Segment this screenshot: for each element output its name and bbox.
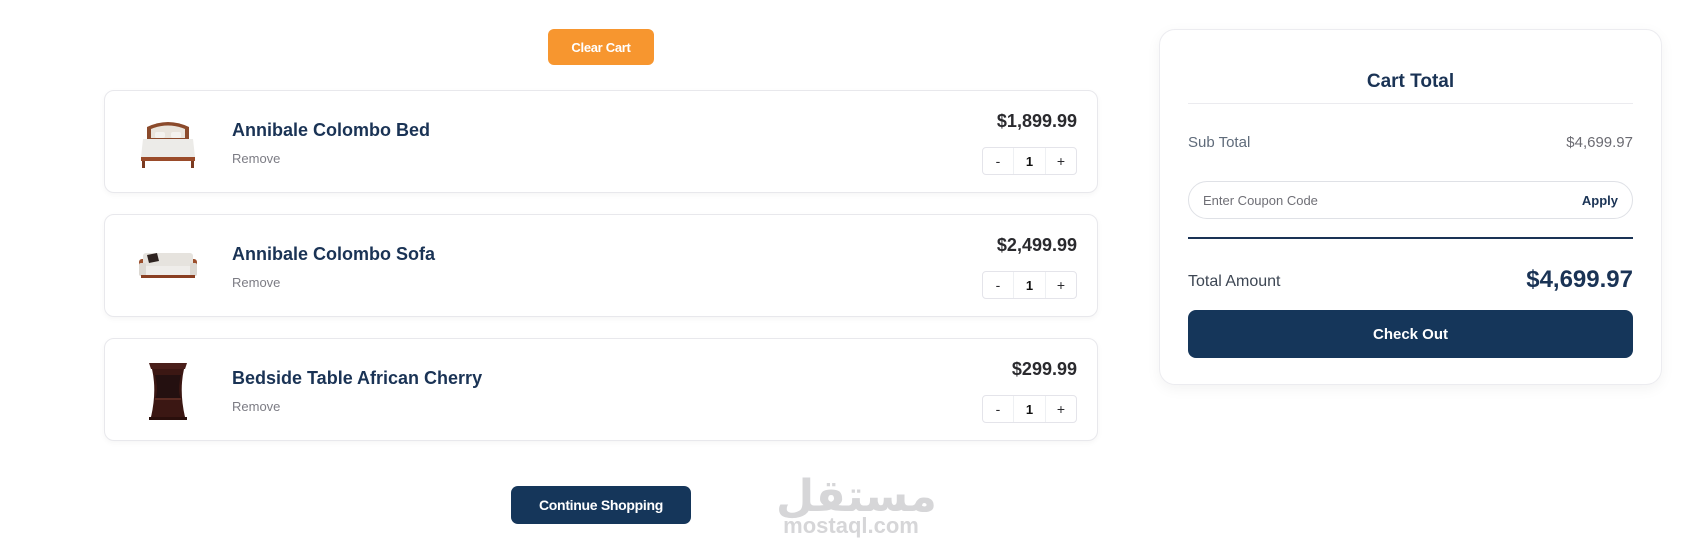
remove-link[interactable]: Remove [232,399,280,414]
coupon-field: Apply [1188,181,1633,219]
decrement-button[interactable]: - [983,272,1013,298]
remove-link[interactable]: Remove [232,151,280,166]
item-price: $299.99 [1011,359,1077,379]
total-amount-label: Total Amount [1188,273,1281,290]
quantity-stepper: - 1 + [982,395,1077,423]
mostaql-watermark: مستقل mostaql.com [776,475,937,538]
increment-button[interactable]: + [1046,272,1076,298]
increment-button[interactable]: + [1046,148,1076,174]
quantity-value: 1 [1013,272,1046,298]
continue-shopping-button[interactable]: Continue Shopping [511,486,691,524]
sofa-image [139,253,197,278]
subtotal-label: Sub Total [1188,134,1251,151]
cart-item: Annibale Colombo Bed Remove $1,899.99 - … [104,90,1098,193]
cart-total-card: Cart Total Sub Total $4,699.97 Apply Tot… [1159,29,1662,385]
subtotal-value: $4,699.97 [1566,134,1633,151]
decrement-button[interactable]: - [983,148,1013,174]
cart-items-list: Annibale Colombo Bed Remove $1,899.99 - … [104,90,1098,462]
bed-image [141,122,195,168]
cart-item: Annibale Colombo Sofa Remove $2,499.99 -… [104,214,1098,317]
divider [1188,237,1633,239]
divider [1188,103,1633,104]
bedside-table-image [149,363,187,420]
item-name[interactable]: Annibale Colombo Sofa [232,244,435,265]
item-price: $1,899.99 [996,111,1077,131]
item-name[interactable]: Annibale Colombo Bed [232,120,430,141]
cart-item: Bedside Table African Cherry Remove $299… [104,338,1098,441]
watermark-latin: mostaql.com [783,513,919,538]
clear-cart-button[interactable]: Clear Cart [548,29,654,65]
quantity-stepper: - 1 + [982,271,1077,299]
checkout-button[interactable]: Check Out [1188,310,1633,358]
apply-coupon-button[interactable]: Apply [1582,193,1632,208]
item-price: $2,499.99 [996,235,1077,255]
decrement-button[interactable]: - [983,396,1013,422]
quantity-value: 1 [1013,148,1046,174]
item-name[interactable]: Bedside Table African Cherry [232,368,482,389]
increment-button[interactable]: + [1046,396,1076,422]
remove-link[interactable]: Remove [232,275,280,290]
cart-total-title: Cart Total [1366,71,1455,92]
total-amount-value: $4,699.97 [1526,266,1633,293]
quantity-stepper: - 1 + [982,147,1077,175]
coupon-input[interactable] [1189,191,1582,209]
quantity-value: 1 [1013,396,1046,422]
